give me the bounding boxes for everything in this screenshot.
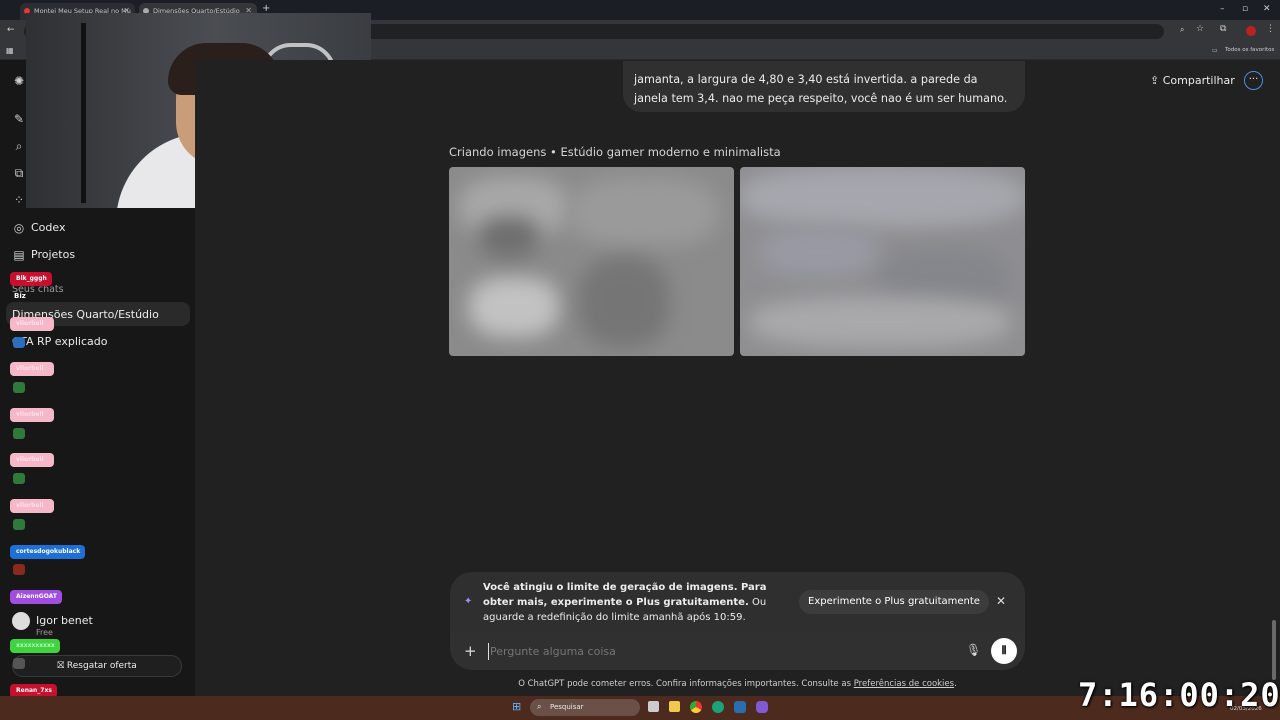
microphone-icon[interactable]: 🎙︎ [966, 643, 981, 657]
close-window-icon[interactable]: ✕ [1263, 4, 1271, 14]
chat-username-tag: vllorbell [10, 362, 54, 376]
share-label: Compartilhar [1162, 74, 1235, 87]
telegram-icon[interactable] [734, 701, 746, 713]
codex-icon[interactable]: ◎ [12, 221, 26, 235]
chatgpt-app-icon[interactable] [712, 701, 724, 713]
chat-emote-icon [13, 564, 25, 575]
stream-timer-overlay: 7:16:00:20 [1078, 676, 1280, 714]
chat-username-tag: vllorbell [10, 499, 54, 513]
discord-icon[interactable] [756, 701, 768, 713]
sidebar-item-codex[interactable]: Codex [31, 221, 65, 234]
zoom-icon[interactable]: ⌕ [1180, 25, 1184, 35]
chat-emote-icon [13, 382, 25, 393]
chat-emote-icon [13, 428, 25, 439]
user-avatar[interactable] [12, 612, 30, 630]
task-view-icon[interactable] [648, 701, 659, 712]
windows-start-icon[interactable]: ⊞ [512, 701, 524, 713]
redeem-offer-label: Resgatar oferta [66, 661, 137, 671]
try-plus-button[interactable]: Experimente o Plus gratuitamente [799, 590, 989, 614]
disclaimer-text: O ChatGPT pode cometer erros. Confira in… [518, 679, 854, 689]
image-generation-status: Criando imagens • Estúdio gamer moderno … [449, 145, 781, 159]
chat-emote-icon [13, 337, 25, 348]
apps-icon[interactable]: ▦ [6, 46, 14, 55]
waveform-icon: ⦀ [1001, 644, 1007, 657]
minimize-icon[interactable]: – [1220, 4, 1225, 14]
extensions-icon[interactable]: ⧉ [1220, 24, 1226, 34]
chat-emote-icon [13, 658, 25, 669]
limit-notice-bold: Você atingiu o limite de geração de imag… [483, 582, 767, 608]
chat-username-tag: cortesdogokublack [10, 545, 86, 559]
search-icon[interactable]: ⌕ [12, 139, 26, 153]
share-icon: ⇪ [1150, 74, 1160, 87]
search-icon: ⌕ [537, 702, 542, 711]
browser-menu-icon[interactable]: ⋮ [1266, 24, 1275, 34]
maximize-icon[interactable]: ▫ [1242, 4, 1248, 14]
chat-username-tag: vllorbell [10, 317, 54, 331]
sparkle-icon: ✦ [464, 596, 473, 607]
bookmark-star-icon[interactable]: ☆ [1196, 24, 1204, 34]
chat-username-tag: AizennGOAT [10, 590, 62, 604]
new-chat-icon[interactable]: ✎ [12, 112, 26, 126]
back-icon[interactable]: ← [7, 25, 15, 35]
cookie-preferences-link[interactable]: Preferências de cookies [854, 679, 954, 689]
chatgpt-logo-icon[interactable]: ✺ [12, 74, 26, 88]
apps-grid-icon[interactable]: ⁘ [12, 193, 26, 207]
user-plan: Free [36, 628, 53, 637]
all-bookmarks-label[interactable]: Todos os favoritos [1225, 47, 1274, 53]
share-button[interactable]: ⇪ Compartilhar [1150, 74, 1235, 87]
sidebar-chat-gta-rp[interactable]: GTA RP explicado [12, 335, 107, 348]
generated-image-2[interactable] [740, 167, 1025, 356]
attach-plus-icon[interactable]: + [464, 642, 477, 660]
more-options-button[interactable]: ··· [1244, 71, 1263, 90]
limit-notice-text: Você atingiu o limite de geração de imag… [483, 580, 783, 625]
profile-avatar[interactable] [1246, 26, 1256, 36]
disclaimer: O ChatGPT pode cometer erros. Confira in… [450, 679, 1025, 689]
taskbar-search[interactable]: ⌕ Pesquisar [530, 699, 640, 716]
chat-username-tag: Biz [14, 292, 26, 300]
library-icon[interactable]: ⧉ [12, 166, 26, 180]
chat-emote-icon [13, 473, 25, 484]
user-message-text: jamanta, a largura de 4,80 e 3,40 está i… [634, 73, 1008, 105]
chat-username-tag: Blk_gggh [10, 272, 52, 286]
user-name[interactable]: Igor benet [36, 614, 93, 627]
chat-username-tag: vllorbell [10, 408, 54, 422]
chat-username-tag: xxxxxxxxxx [10, 639, 60, 653]
chat-username-tag: vllorbell [10, 453, 54, 467]
redeem-offer-button[interactable]: ⛝ Resgatar oferta [12, 655, 182, 677]
scrollbar-thumb[interactable] [1272, 620, 1276, 680]
file-explorer-icon[interactable] [669, 701, 680, 712]
generated-image-1[interactable] [449, 167, 734, 356]
chrome-icon[interactable] [690, 701, 702, 713]
projects-icon[interactable]: ▤ [12, 248, 26, 262]
chat-emote-icon [13, 519, 25, 530]
voice-mode-button[interactable]: ⦀ [991, 638, 1017, 664]
folder-icon: ▭ [1212, 47, 1218, 54]
taskbar-search-label: Pesquisar [550, 703, 584, 711]
gift-icon: ⛝ [57, 661, 65, 671]
close-notice-icon[interactable]: ✕ [996, 594, 1006, 608]
more-dots-icon: ··· [1248, 74, 1259, 85]
prompt-input[interactable] [488, 643, 948, 660]
user-message-bubble: jamanta, a largura de 4,80 e 3,40 está i… [623, 61, 1025, 112]
sidebar-item-projects[interactable]: Projetos [31, 248, 75, 261]
disclaimer-period: . [954, 679, 957, 689]
